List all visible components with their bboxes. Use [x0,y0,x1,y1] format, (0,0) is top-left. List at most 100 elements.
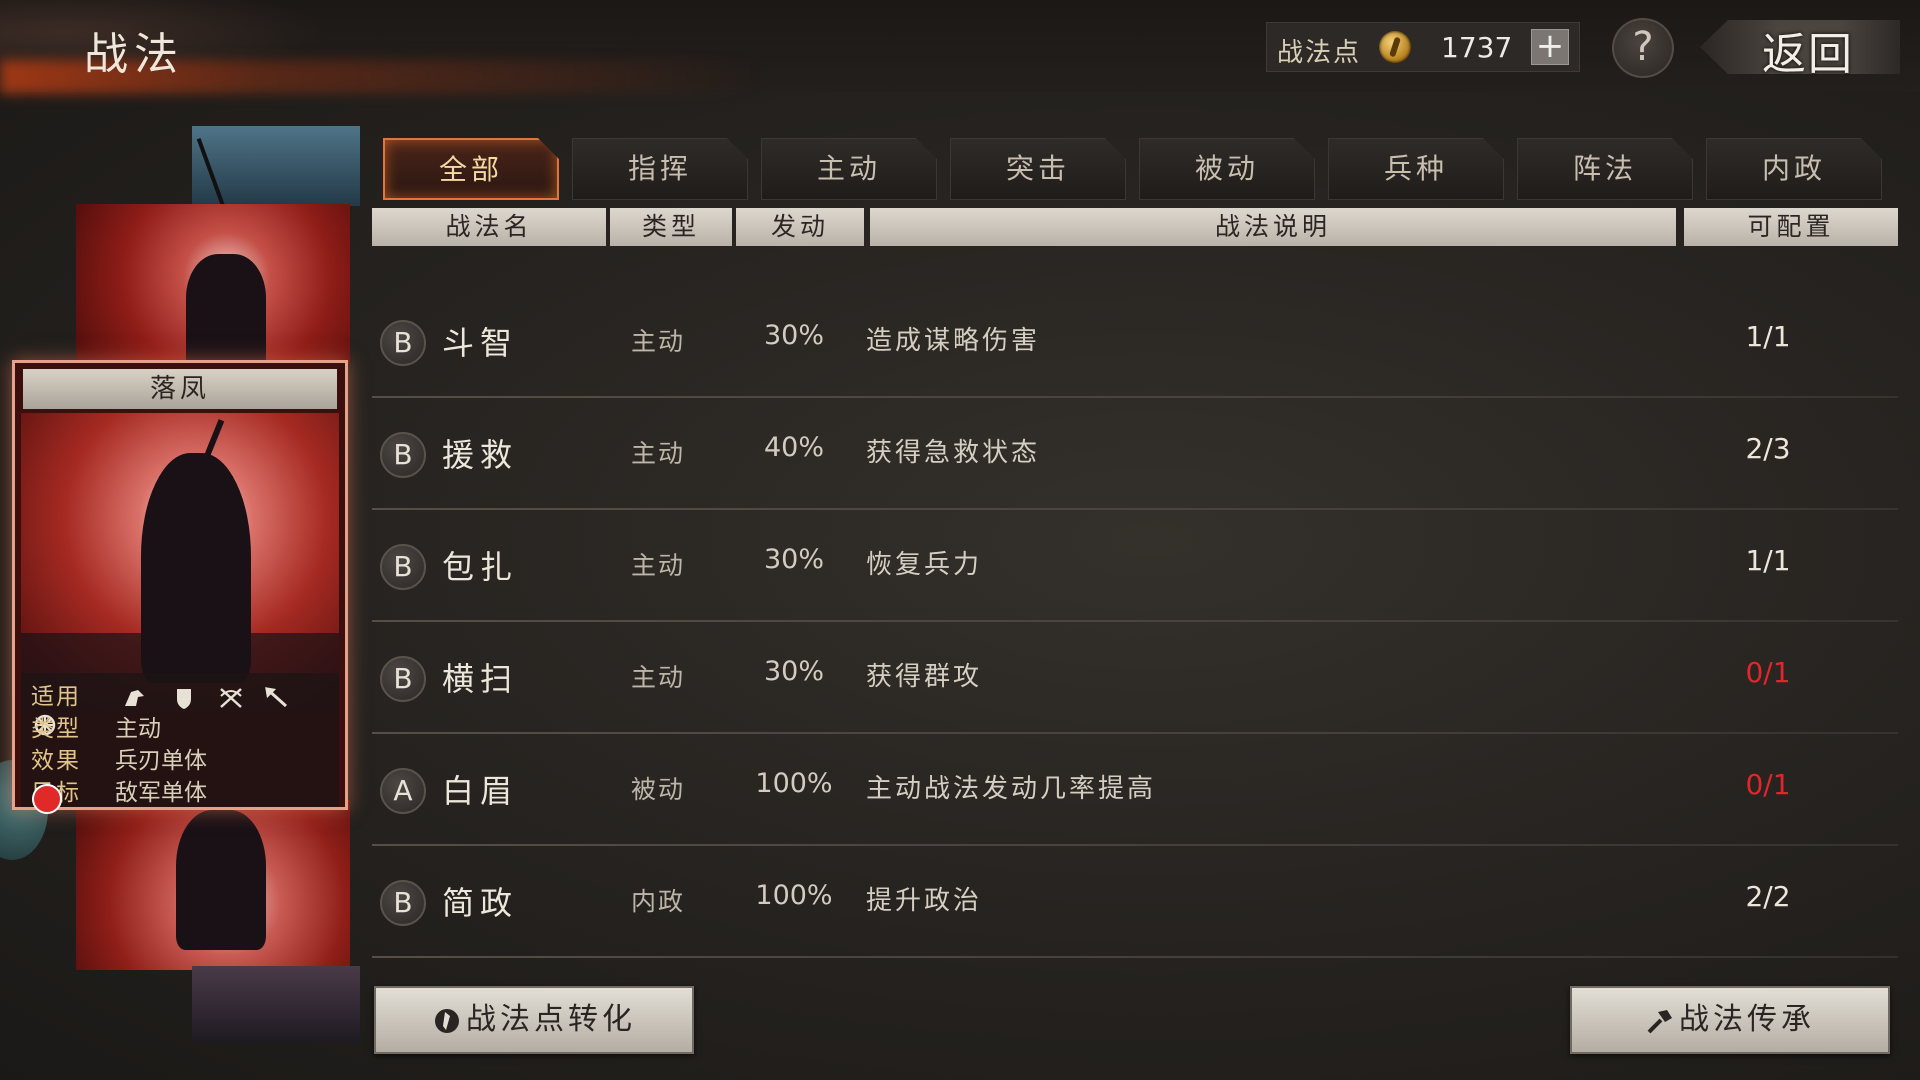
card-stack-bottom[interactable] [192,966,360,1042]
grade-badge: B [380,656,426,702]
back-button[interactable]: 返回 [1700,16,1900,80]
grade-badge: A [380,768,426,814]
tactic-description: 获得群攻 [866,662,983,692]
info-key: 适用 [31,684,81,710]
grade-badge: B [380,880,426,926]
warrior-silhouette [186,254,266,364]
tactic-row[interactable]: B 援救 主动 40% 获得急救状态 2/3 [372,400,1898,510]
hammer-icon [1647,1010,1672,1034]
tactic-name: 白眉 [442,772,519,810]
tab-passive[interactable]: 被动 [1139,138,1315,200]
tactic-rate: 40% [763,432,824,463]
tactic-name: 斗智 [442,324,519,362]
grade-badge: B [380,320,426,366]
tactic-rate: 100% [755,880,833,911]
tab-troop-type[interactable]: 兵种 [1328,138,1504,200]
selected-tactic-card[interactable]: 落凤 适用 类型主动 效果兵刃单体 目标敌军单体 [12,360,348,810]
tab-command[interactable]: 指挥 [572,138,748,200]
tactic-rate: 30% [763,656,824,687]
column-header-configurable[interactable]: 可配置 [1684,208,1898,246]
notification-dot [32,784,62,814]
info-key: 类型 [31,716,81,742]
tactic-type: 主动 [630,663,685,692]
tactic-name: 援救 [442,436,519,474]
row-divider [372,508,1898,510]
tab-all[interactable]: 全部 [383,138,559,200]
row-divider [372,396,1898,398]
tactic-rate: 30% [763,544,824,575]
top-bar: 战法 战法点 1737 + ? 返回 [0,0,1920,94]
column-header-type[interactable]: 类型 [610,208,732,246]
tactic-config-count: 1/1 [1745,320,1791,353]
tactic-type: 主动 [630,327,685,356]
card-info-type: 类型 主动 [31,709,161,743]
tactic-description: 造成谋略伤害 [866,326,1041,356]
card-stack-top[interactable] [192,126,360,206]
add-points-button[interactable]: + [1531,29,1569,65]
bow-icon [220,687,242,708]
tactic-config-count: 2/2 [1745,880,1791,913]
card-name: 落凤 [23,369,337,409]
help-button[interactable]: ? [1612,18,1674,78]
card-info: 适用 类型主动 效果兵刃单体 目标敌军单体 [21,673,339,807]
tactic-config-count: 1/1 [1745,544,1791,577]
tactic-row[interactable]: B 简政 内政 100% 提升政治 2/2 [372,848,1898,958]
spear-icon [265,686,288,707]
tab-active[interactable]: 主动 [761,138,937,200]
row-divider [372,844,1898,846]
tactic-type: 被动 [630,775,685,804]
info-value: 敌军单体 [115,780,207,806]
card-stack-previous[interactable] [76,204,350,364]
convert-tactic-points-button[interactable]: 战法点转化 [374,986,694,1054]
shield-icon [176,688,191,709]
tactic-rate: 30% [763,320,824,351]
tactic-description: 提升政治 [866,886,983,916]
convert-button-label: 战法点转化 [466,1002,636,1037]
tactic-type: 主动 [630,439,685,468]
tactic-rate: 100% [755,768,833,799]
tab-formation[interactable]: 阵法 [1517,138,1693,200]
info-key: 效果 [31,748,81,774]
tactic-description: 恢复兵力 [866,550,983,580]
row-divider [372,956,1898,958]
tab-assault[interactable]: 突击 [950,138,1126,200]
tactic-type: 主动 [630,551,685,580]
tactic-description: 主动战法发动几率提高 [866,774,1157,804]
info-value: 兵刃单体 [115,748,207,774]
tactic-row[interactable]: B 包扎 主动 30% 恢复兵力 1/1 [372,512,1898,622]
tactic-point-coin-icon [1379,31,1411,63]
tactic-config-count: 2/3 [1745,432,1791,465]
tab-internal-affairs[interactable]: 内政 [1706,138,1882,200]
card-info-effect: 效果 兵刃单体 [31,741,207,775]
tactic-row[interactable]: A 白眉 被动 100% 主动战法发动几率提高 0/1 [372,736,1898,846]
grade-badge: B [380,544,426,590]
tactic-name: 简政 [442,884,519,922]
tactic-point-icon [435,1009,459,1033]
tactic-type: 内政 [630,887,685,916]
tactic-points-display: 战法点 1737 + [1266,22,1580,72]
tactic-points-label: 战法点 [1277,38,1362,68]
info-value: 主动 [115,716,161,742]
column-header-name[interactable]: 战法名 [372,208,606,246]
card-artwork [21,413,339,713]
grade-badge: B [380,432,426,478]
back-button-label: 返回 [1762,29,1854,80]
warrior-silhouette [176,810,266,950]
tactic-config-count: 0/1 [1745,656,1791,689]
tactic-row[interactable]: B 横扫 主动 30% 获得群攻 0/1 [372,624,1898,734]
tactic-description: 获得急救状态 [866,438,1041,468]
inherit-button-label: 战法传承 [1679,1002,1815,1037]
tactic-points-value: 1737 [1441,31,1513,64]
inherit-tactic-button[interactable]: 战法传承 [1570,986,1890,1054]
tactic-config-count: 0/1 [1745,768,1791,801]
page-title: 战法 [84,29,184,80]
tactic-row[interactable]: B 斗智 主动 30% 造成谋略伤害 1/1 [372,288,1898,398]
column-header-description[interactable]: 战法说明 [870,208,1676,246]
tactic-name: 横扫 [442,660,519,698]
row-divider [372,620,1898,622]
column-header-trigger[interactable]: 发动 [736,208,864,246]
card-stack-next[interactable] [76,800,350,970]
tactic-name: 包扎 [442,548,519,586]
row-divider [372,732,1898,734]
cavalry-icon [125,689,145,706]
